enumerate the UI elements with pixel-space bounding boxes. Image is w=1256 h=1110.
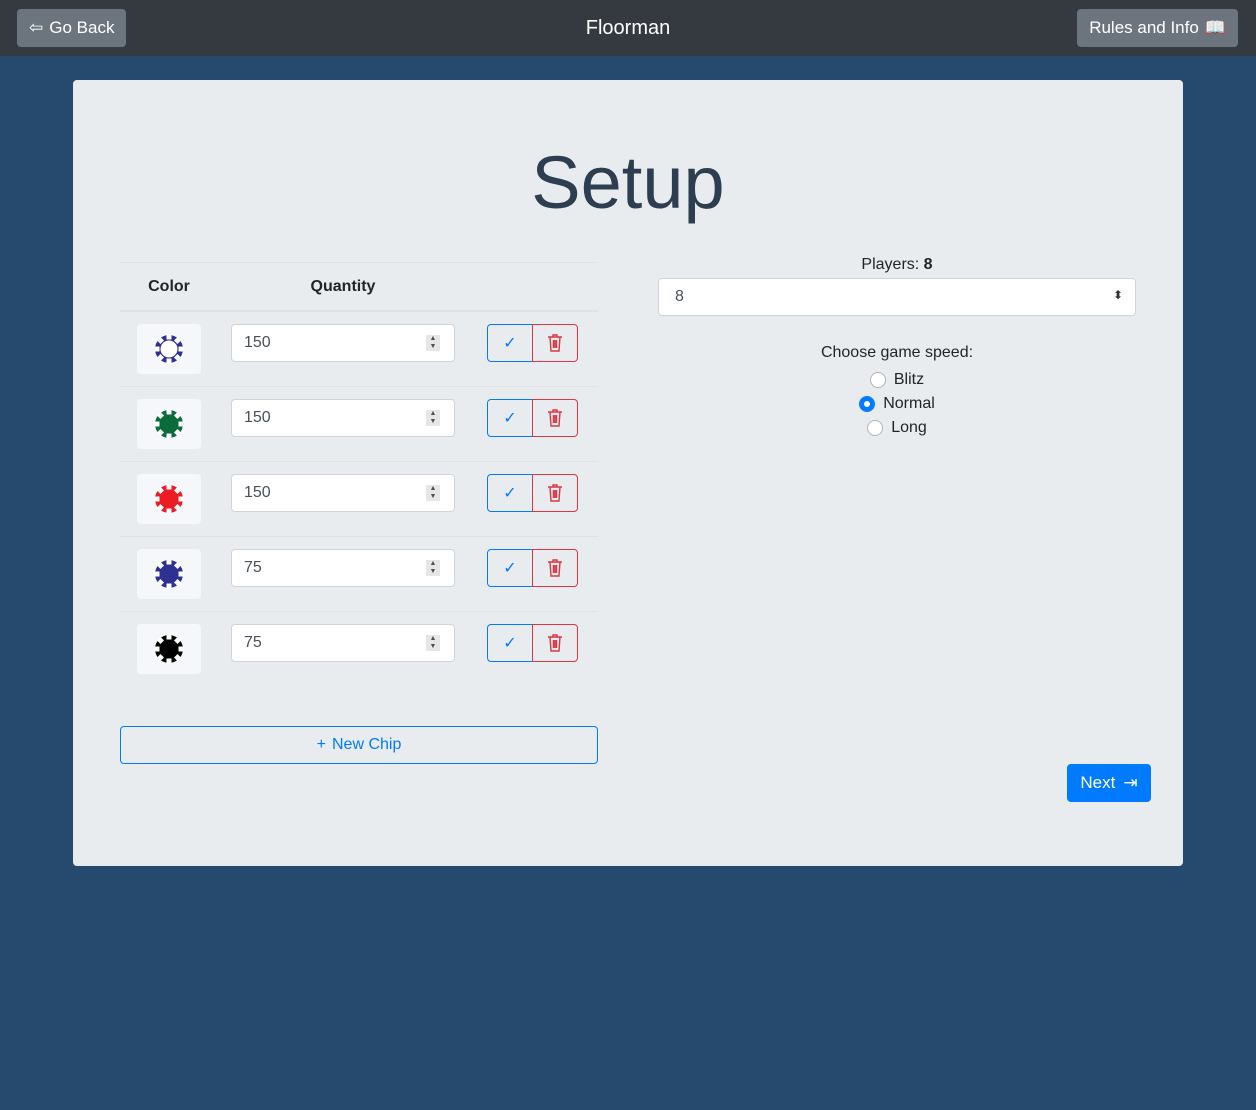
quantity-input[interactable]: 150 ▲ ▼ [231,474,455,512]
chip-table: Color Quantity 150 ▲ ▼ ✓ 150 ▲ ▼ ✓ 150 ▲ ▼ ✓ 7… [120,262,598,687]
poker-chip-icon [154,409,184,439]
check-icon: ✓ [503,635,517,652]
chip-color-swatch[interactable] [137,474,201,524]
confirm-button[interactable]: ✓ [487,399,533,437]
delete-button[interactable] [532,474,578,512]
trash-icon [548,559,562,577]
rules-button[interactable]: Rules and Info 📖 [1077,9,1238,47]
chip-color-swatch[interactable] [137,324,201,374]
book-icon: 📖 [1204,18,1226,37]
app-title: Floorman [585,17,671,39]
navbar: ⇦ Go Back Floorman Rules and Info 📖 [0,0,1256,56]
speed-option-normal[interactable]: Normal [658,392,1136,416]
delete-button[interactable] [532,324,578,362]
confirm-button[interactable]: ✓ [487,324,533,362]
quantity-input[interactable]: 75 ▲ ▼ [231,624,455,662]
check-icon: ✓ [503,560,517,577]
trash-icon [548,634,562,652]
quantity-stepper[interactable]: ▲ ▼ [426,335,440,351]
page-title: Setup [531,141,725,224]
next-button[interactable]: Next ⇥ [1067,764,1151,802]
players-label: Players: 8 [861,256,933,273]
chip-row: 150 ▲ ▼ ✓ [120,462,598,537]
enter-icon: ⇥ [1123,773,1138,792]
poker-chip-icon [154,559,184,589]
chip-row: 75 ▲ ▼ ✓ [120,612,598,687]
quantity-stepper[interactable]: ▲ ▼ [426,410,440,426]
chip-color-swatch[interactable] [137,624,201,674]
radio-button[interactable] [867,420,884,436]
header-color: Color [148,277,190,295]
quantity-stepper[interactable]: ▲ ▼ [426,485,440,501]
poker-chip-icon [154,634,184,664]
confirm-button[interactable]: ✓ [487,624,533,662]
chip-row: 75 ▲ ▼ ✓ [120,537,598,612]
players-select[interactable]: 8 [658,278,1136,316]
confirm-button[interactable]: ✓ [487,474,533,512]
chip-color-swatch[interactable] [137,399,201,449]
chip-row: 150 ▲ ▼ ✓ [120,387,598,462]
new-chip-button[interactable]: + New Chip [120,726,598,764]
confirm-button[interactable]: ✓ [487,549,533,587]
header-quantity: Quantity [310,277,376,295]
delete-button[interactable] [532,624,578,662]
speed-option-blitz[interactable]: Blitz [658,368,1136,392]
radio-button[interactable] [869,372,886,388]
delete-button[interactable] [532,549,578,587]
trash-icon [548,409,562,427]
chip-row: 150 ▲ ▼ ✓ [120,312,598,387]
poker-chip-icon [154,484,184,514]
radio-button[interactable] [859,396,876,412]
check-icon: ✓ [503,335,517,352]
delete-button[interactable] [532,399,578,437]
poker-chip-icon [154,334,184,364]
check-icon: ✓ [503,410,517,427]
speed-option-long[interactable]: Long [658,416,1136,440]
trash-icon [548,484,562,502]
plus-icon: + [316,736,326,753]
quantity-input[interactable]: 75 ▲ ▼ [231,549,455,587]
quantity-stepper[interactable]: ▲ ▼ [426,635,440,651]
quantity-input[interactable]: 150 ▲ ▼ [231,324,455,362]
speed-label: Choose game speed: [820,344,974,361]
quantity-stepper[interactable]: ▲ ▼ [426,560,440,576]
chip-color-swatch[interactable] [137,549,201,599]
quantity-input[interactable]: 150 ▲ ▼ [231,399,455,437]
check-icon: ✓ [503,485,517,502]
setup-card: Setup Color Quantity 150 ▲ ▼ ✓ 150 ▲ ▼ ✓ 150… [73,80,1183,866]
trash-icon [548,334,562,352]
